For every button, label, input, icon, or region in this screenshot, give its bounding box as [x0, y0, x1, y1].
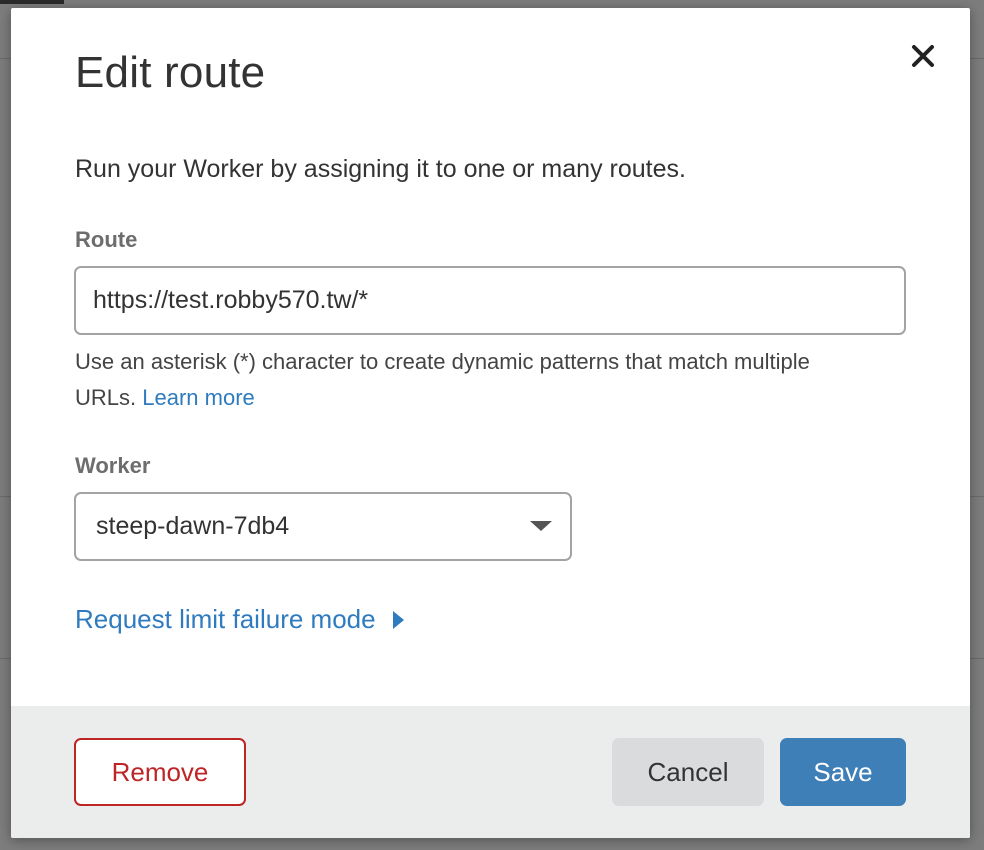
backdrop-tab-indicator	[0, 0, 64, 4]
dialog-description: Run your Worker by assigning it to one o…	[75, 155, 686, 183]
route-help-text: Use an asterisk (*) character to create …	[75, 344, 875, 416]
worker-select-value: steep-dawn-7db4	[96, 512, 290, 540]
close-icon	[912, 45, 934, 67]
chevron-down-icon	[530, 521, 552, 531]
failure-mode-label: Request limit failure mode	[75, 604, 376, 634]
route-label: Route	[75, 227, 138, 252]
remove-button[interactable]: Remove	[74, 738, 246, 806]
edit-route-dialog: Edit route Run your Worker by assigning …	[11, 8, 970, 838]
chevron-right-icon	[392, 610, 404, 629]
worker-label: Worker	[75, 453, 151, 478]
save-button[interactable]: Save	[780, 738, 906, 806]
cancel-button[interactable]: Cancel	[612, 738, 764, 806]
learn-more-link[interactable]: Learn more	[142, 385, 255, 410]
close-button[interactable]	[904, 37, 942, 75]
dialog-footer: Remove Cancel Save	[11, 706, 970, 838]
request-limit-failure-mode-toggle[interactable]: Request limit failure mode	[75, 604, 404, 635]
worker-select[interactable]: steep-dawn-7db4	[74, 492, 572, 561]
dialog-title: Edit route	[75, 48, 266, 97]
route-input[interactable]	[74, 266, 906, 335]
